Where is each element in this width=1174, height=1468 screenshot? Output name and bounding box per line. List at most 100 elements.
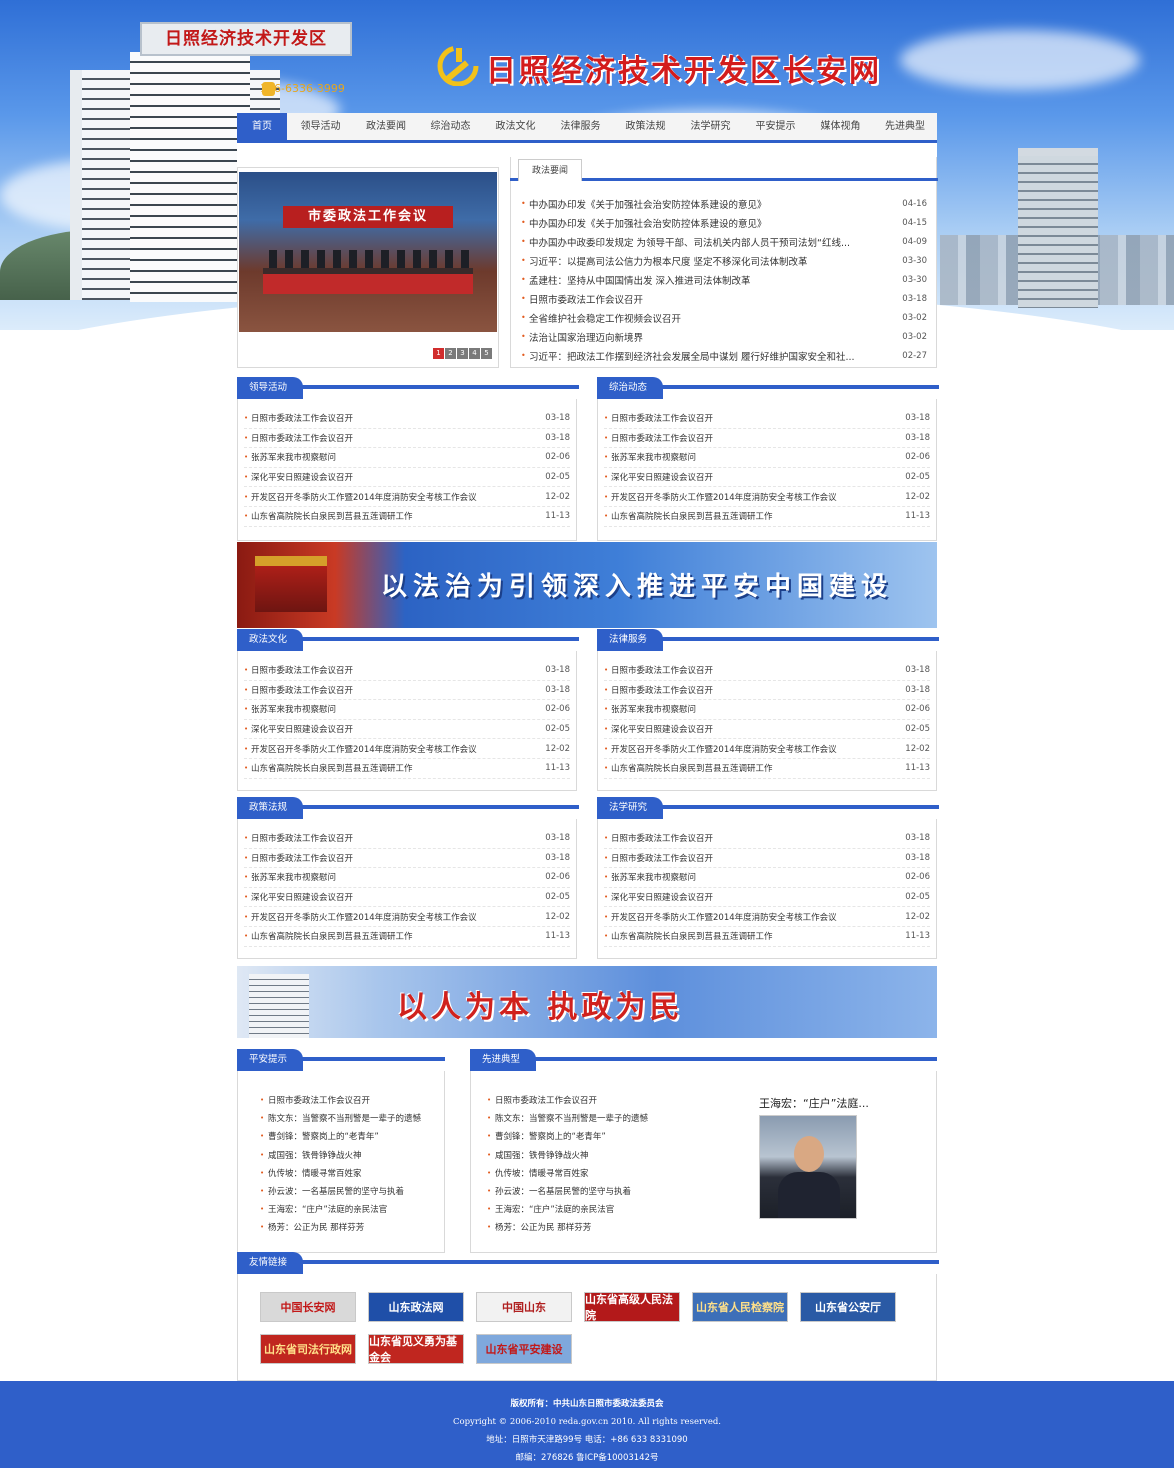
item-title[interactable]: 日照市委政法工作会议召开 <box>611 432 890 444</box>
list-item[interactable]: • 日照市委政法工作会议召开 03-18 <box>244 829 570 849</box>
news-item[interactable]: • 日照市委政法工作会议召开 03-18 <box>521 289 927 308</box>
news-title[interactable]: 法治让国家治理迈向新境界 <box>529 330 887 344</box>
section-title[interactable]: 政策法规 <box>237 797 303 819</box>
friend-link-logo[interactable]: 山东省高级人民法院 <box>584 1292 680 1322</box>
slider-dot[interactable]: 3 <box>457 348 468 359</box>
list-item[interactable]: • 陈文东：当警察不当刑警是一辈子的遗憾 <box>487 1109 936 1127</box>
item-title[interactable]: 开发区召开冬季防火工作暨2014年度消防安全考核工作会议 <box>251 911 530 923</box>
list-item[interactable]: • 日照市委政法工作会议召开 03-18 <box>244 849 570 869</box>
item-title[interactable]: 山东省高院院长白泉民到莒县五莲调研工作 <box>251 510 530 522</box>
banner-rule-of-law[interactable]: 以法治为引领深入推进平安中国建设 <box>237 542 937 628</box>
list-item[interactable]: • 张苏军来我市视察慰问 02-06 <box>604 700 930 720</box>
list-item[interactable]: • 咸国强：铁骨铮铮战火神 <box>260 1146 444 1164</box>
item-title[interactable]: 咸国强：铁骨铮铮战火神 <box>268 1149 362 1161</box>
nav-item[interactable]: 综治动态 <box>418 113 483 140</box>
news-item[interactable]: • 习近平：把政法工作摆到经济社会发展全局中谋划 履行好维护国家安全和社... 02… <box>521 346 927 365</box>
list-item[interactable]: • 日照市委政法工作会议召开 03-18 <box>604 849 930 869</box>
item-title[interactable]: 日照市委政法工作会议召开 <box>251 664 530 676</box>
item-title[interactable]: 山东省高院院长白泉民到莒县五莲调研工作 <box>251 762 530 774</box>
list-item[interactable]: • 杨芳：公正为民 那样芬芳 <box>487 1218 936 1236</box>
item-title[interactable]: 曹剑锋：警察岗上的“老青年” <box>268 1130 379 1142</box>
list-item[interactable]: • 深化平安日照建设会议召开 02-05 <box>604 468 930 488</box>
item-title[interactable]: 张苏军来我市视察慰问 <box>251 451 530 463</box>
friend-link-logo[interactable]: 中国长安网 <box>260 1292 356 1322</box>
nav-item[interactable]: 领导活动 <box>287 113 354 140</box>
item-title[interactable]: 日照市委政法工作会议召开 <box>611 832 890 844</box>
item-title[interactable]: 王海宏：“庄户”法庭的亲民法官 <box>495 1203 614 1215</box>
nav-item[interactable]: 先进典型 <box>873 113 937 140</box>
list-item[interactable]: • 日照市委政法工作会议召开 03-18 <box>604 429 930 449</box>
item-title[interactable]: 张苏军来我市视察慰问 <box>611 871 890 883</box>
friend-link-logo[interactable]: 山东省公安厅 <box>800 1292 896 1322</box>
site-logo[interactable]: 日照经济技术开发区长安网 <box>436 44 896 90</box>
list-item[interactable]: • 咸国强：铁骨铮铮战火神 <box>487 1146 936 1164</box>
tab-news[interactable]: 政法要闻 <box>518 159 582 181</box>
section-title[interactable]: 平安提示 <box>237 1049 303 1071</box>
item-title[interactable]: 日照市委政法工作会议召开 <box>251 832 530 844</box>
nav-item[interactable]: 首页 <box>237 113 287 140</box>
section-title[interactable]: 政法文化 <box>237 629 303 651</box>
list-item[interactable]: • 日照市委政法工作会议召开 03-18 <box>244 681 570 701</box>
friend-link-logo[interactable]: 山东省平安建设 <box>476 1334 572 1364</box>
banner-people-first[interactable]: 以人为本 执政为民 <box>237 966 937 1038</box>
item-title[interactable]: 孙云波：一名基层民警的坚守与执着 <box>268 1185 404 1197</box>
news-title[interactable]: 全省维护社会稳定工作视频会议召开 <box>529 311 887 325</box>
item-title[interactable]: 日照市委政法工作会议召开 <box>251 684 530 696</box>
list-item[interactable]: • 深化平安日照建设会议召开 02-05 <box>244 720 570 740</box>
item-title[interactable]: 深化平安日照建设会议召开 <box>251 723 530 735</box>
news-item[interactable]: • 中办国办印发《关于加强社会治安防控体系建设的意见》 04-16 <box>521 194 927 213</box>
list-item[interactable]: • 开发区召开冬季防火工作暨2014年度消防安全考核工作会议 12-02 <box>244 739 570 759</box>
item-title[interactable]: 陈文东：当警察不当刑警是一辈子的遗憾 <box>495 1112 648 1124</box>
nav-item[interactable]: 政法要闻 <box>354 113 418 140</box>
list-item[interactable]: • 张苏军来我市视察慰问 02-06 <box>604 448 930 468</box>
friend-link-logo[interactable]: 山东省人民检察院 <box>692 1292 788 1322</box>
section-title[interactable]: 法学研究 <box>597 797 663 819</box>
list-item[interactable]: • 开发区召开冬季防火工作暨2014年度消防安全考核工作会议 12-02 <box>244 907 570 927</box>
news-item[interactable]: • 孟建柱：坚持从中国国情出发 深入推进司法体制改革 03-30 <box>521 270 927 289</box>
slide-image[interactable]: 市委政法工作会议 <box>239 172 497 332</box>
friend-link-logo[interactable]: 山东省见义勇为基金会 <box>368 1334 464 1364</box>
list-item[interactable]: • 山东省高院院长白泉民到莒县五莲调研工作 11-13 <box>244 759 570 779</box>
list-item[interactable]: • 日照市委政法工作会议召开 03-18 <box>604 829 930 849</box>
list-item[interactable]: • 日照市委政法工作会议召开 03-18 <box>604 681 930 701</box>
item-title[interactable]: 张苏军来我市视察慰问 <box>611 451 890 463</box>
item-title[interactable]: 曹剑锋：警察岗上的“老青年” <box>495 1130 606 1142</box>
list-item[interactable]: • 曹剑锋：警察岗上的“老青年” <box>487 1127 936 1145</box>
item-title[interactable]: 开发区召开冬季防火工作暨2014年度消防安全考核工作会议 <box>611 911 890 923</box>
list-item[interactable]: • 开发区召开冬季防火工作暨2014年度消防安全考核工作会议 12-02 <box>604 487 930 507</box>
image-slider[interactable]: 市委政法工作会议 12345 <box>237 167 499 368</box>
item-title[interactable]: 日照市委政法工作会议召开 <box>251 852 530 864</box>
section-title[interactable]: 先进典型 <box>470 1049 536 1071</box>
item-title[interactable]: 深化平安日照建设会议召开 <box>611 471 890 483</box>
item-title[interactable]: 日照市委政法工作会议召开 <box>611 664 890 676</box>
list-item[interactable]: • 日照市委政法工作会议召开 03-18 <box>244 409 570 429</box>
section-title[interactable]: 综治动态 <box>597 377 663 399</box>
news-title[interactable]: 中办国办印发《关于加强社会治安防控体系建设的意见》 <box>529 216 887 230</box>
list-item[interactable]: • 深化平安日照建设会议召开 02-05 <box>604 888 930 908</box>
list-item[interactable]: • 日照市委政法工作会议召开 03-18 <box>244 661 570 681</box>
list-item[interactable]: • 山东省高院院长白泉民到莒县五莲调研工作 11-13 <box>604 759 930 779</box>
item-title[interactable]: 仇传坡：情暖寻常百姓家 <box>268 1167 362 1179</box>
list-item[interactable]: • 孙云波：一名基层民警的坚守与执着 <box>260 1182 444 1200</box>
nav-item[interactable]: 法学研究 <box>678 113 743 140</box>
list-item[interactable]: • 日照市委政法工作会议召开 03-18 <box>604 409 930 429</box>
list-item[interactable]: • 日照市委政法工作会议召开 03-18 <box>604 661 930 681</box>
list-item[interactable]: • 张苏军来我市视察慰问 02-06 <box>244 448 570 468</box>
item-title[interactable]: 张苏军来我市视察慰问 <box>251 871 530 883</box>
item-title[interactable]: 王海宏：“庄户”法庭的亲民法官 <box>268 1203 387 1215</box>
item-title[interactable]: 陈文东：当警察不当刑警是一辈子的遗憾 <box>268 1112 421 1124</box>
list-item[interactable]: • 孙云波：一名基层民警的坚守与执着 <box>487 1182 936 1200</box>
list-item[interactable]: • 开发区召开冬季防火工作暨2014年度消防安全考核工作会议 12-02 <box>604 739 930 759</box>
friend-link-logo[interactable]: 中国山东 <box>476 1292 572 1322</box>
item-title[interactable]: 日照市委政法工作会议召开 <box>268 1094 370 1106</box>
featured-portrait[interactable] <box>759 1115 857 1219</box>
item-title[interactable]: 张苏军来我市视察慰问 <box>251 703 530 715</box>
nav-item[interactable]: 法律服务 <box>548 113 613 140</box>
item-title[interactable]: 开发区召开冬季防火工作暨2014年度消防安全考核工作会议 <box>251 491 530 503</box>
item-title[interactable]: 山东省高院院长白泉民到莒县五莲调研工作 <box>611 762 890 774</box>
list-item[interactable]: • 山东省高院院长白泉民到莒县五莲调研工作 11-13 <box>244 927 570 947</box>
item-title[interactable]: 张苏军来我市视察慰问 <box>611 703 890 715</box>
item-title[interactable]: 日照市委政法工作会议召开 <box>611 684 890 696</box>
friend-link-logo[interactable]: 山东省司法行政网 <box>260 1334 356 1364</box>
list-item[interactable]: • 曹剑锋：警察岗上的“老青年” <box>260 1127 444 1145</box>
